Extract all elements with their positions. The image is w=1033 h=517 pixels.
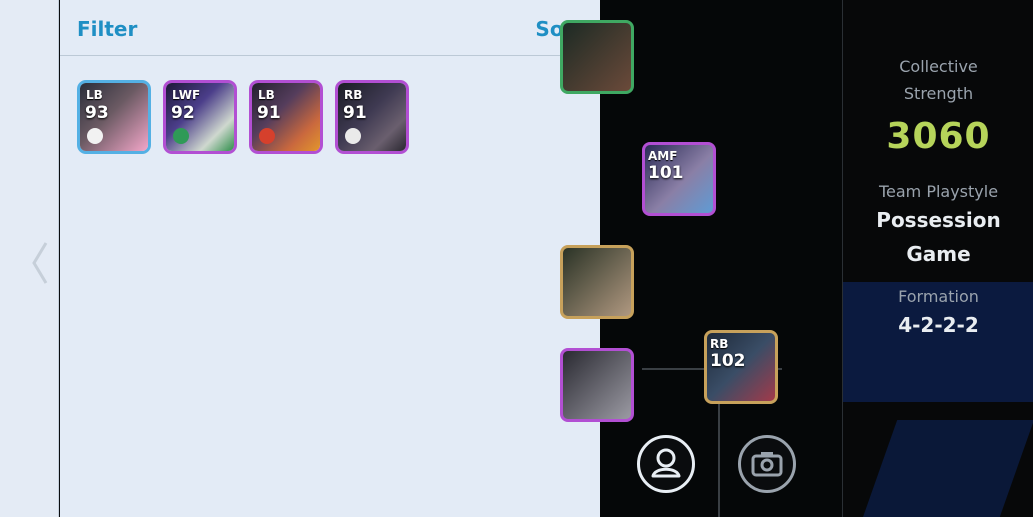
player-rating: 91: [343, 103, 367, 123]
player-card[interactable]: RB 91: [335, 80, 409, 154]
player-position: RB: [344, 88, 363, 102]
screenshot-button[interactable]: [738, 435, 796, 493]
team-playstyle-value-2: Game: [906, 242, 971, 266]
player-rating: 101: [648, 163, 684, 183]
player-rating: 91: [257, 103, 281, 123]
team-playstyle-label: Team Playstyle: [878, 182, 999, 201]
formation-label: Formation: [898, 287, 979, 306]
club-badge-icon: [173, 128, 189, 144]
collective-strength-value: 3060: [886, 116, 991, 157]
player-rating: 93: [85, 103, 109, 123]
player-position: LB: [86, 88, 103, 102]
team-playstyle-value: Possession: [876, 208, 1001, 232]
panel-accent: [863, 420, 1033, 517]
club-badge-icon: [259, 128, 275, 144]
formation-field: AMF 101 RB 102: [560, 0, 842, 517]
player-card[interactable]: LWF 92: [163, 80, 237, 154]
left-rail: [0, 0, 59, 517]
chevron-left-icon[interactable]: [30, 240, 50, 286]
player-position: LWF: [172, 88, 201, 102]
club-badge-icon: [87, 128, 103, 144]
player-position: AMF: [648, 149, 678, 163]
player-card[interactable]: LB 91: [249, 80, 323, 154]
player-view-button[interactable]: [637, 435, 695, 493]
collective-strength-label-2: Strength: [903, 84, 974, 103]
squad-screen: Filter Sort LB 93 LWF 92 LB 91 RB 91: [0, 0, 1033, 517]
user-icon: [651, 448, 681, 478]
club-badge-icon: [345, 128, 361, 144]
player-position: RB: [710, 337, 729, 351]
panel-header: Filter Sort: [60, 0, 600, 56]
player-position: LB: [258, 88, 275, 102]
field-player-card[interactable]: [560, 348, 634, 422]
field-player-card[interactable]: AMF 101: [642, 142, 716, 216]
formation-value: 4-2-2-2: [898, 313, 979, 337]
filter-button[interactable]: Filter: [77, 17, 137, 41]
player-select-panel: Filter Sort LB 93 LWF 92 LB 91 RB 91: [60, 0, 600, 517]
player-rating: 92: [171, 103, 195, 123]
team-info-panel: Collective Strength 3060 Team Playstyle …: [842, 0, 1033, 517]
field-player-card[interactable]: RB 102: [704, 330, 778, 404]
field-player-card[interactable]: [560, 245, 634, 319]
camera-icon: [751, 452, 783, 477]
field-player-card[interactable]: [560, 20, 634, 94]
player-card[interactable]: LB 93: [77, 80, 151, 154]
player-rating: 102: [710, 351, 746, 371]
collective-strength-label: Collective: [899, 57, 978, 76]
